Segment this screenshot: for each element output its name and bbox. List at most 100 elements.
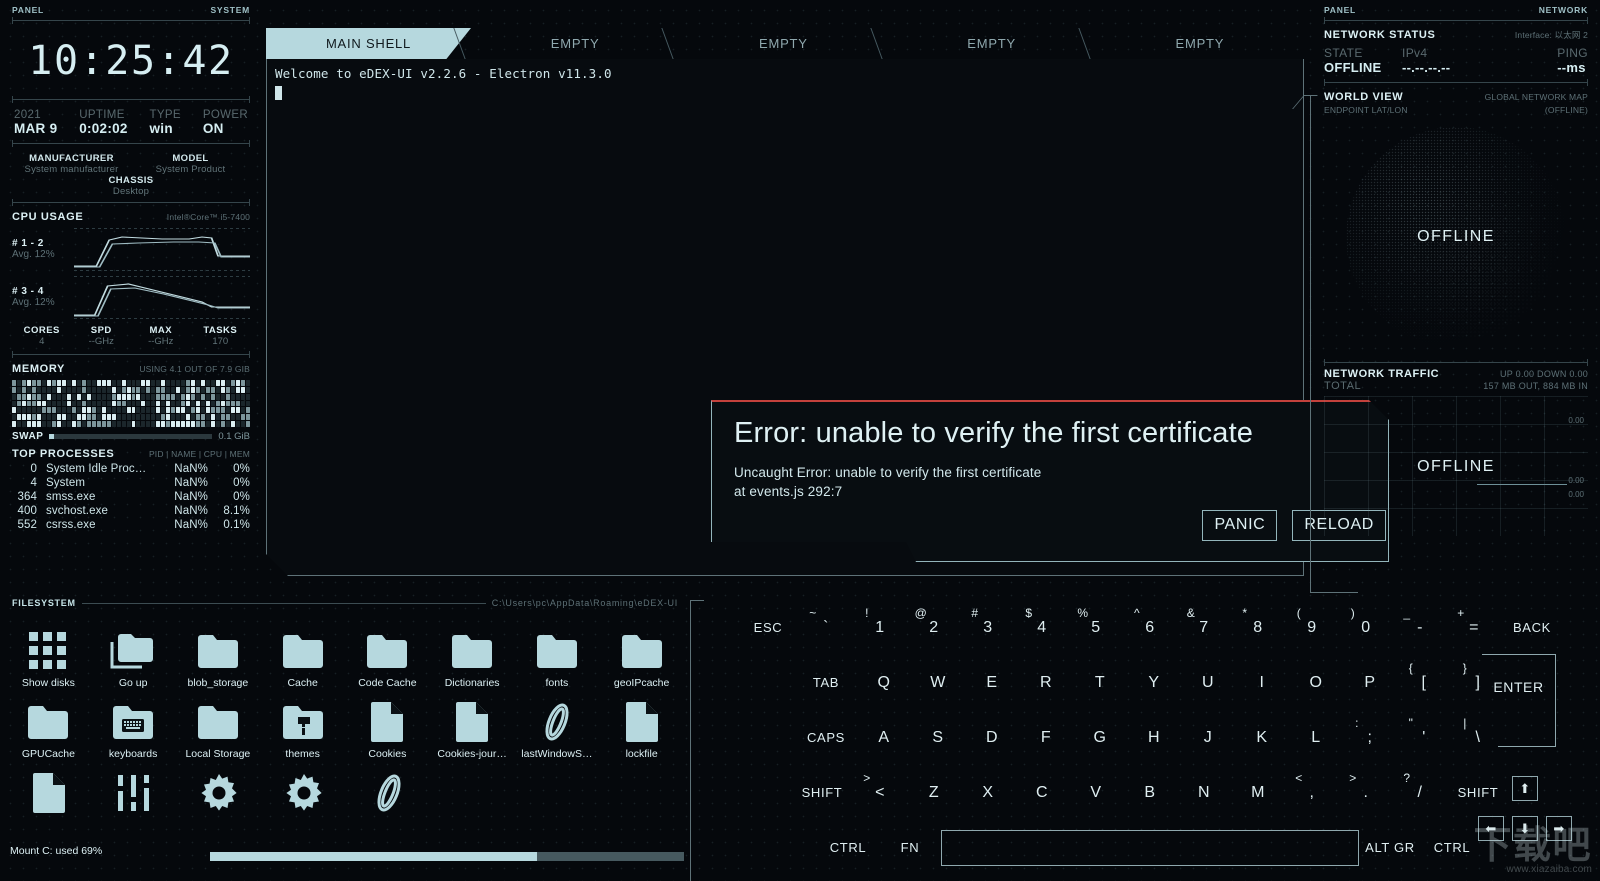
terminal-tab-0[interactable]: MAIN SHELL <box>266 28 471 59</box>
key-k[interactable]: K <box>1235 718 1289 758</box>
filesystem-item[interactable]: Cookies-jour… <box>430 689 515 760</box>
key-8[interactable]: * 8 <box>1231 606 1285 648</box>
panic-button[interactable]: PANIC <box>1202 510 1277 541</box>
key-ctrl[interactable]: CTRL <box>1421 828 1483 868</box>
key-r[interactable]: R <box>1019 663 1073 703</box>
key-space[interactable] <box>941 829 1359 866</box>
key-=[interactable]: + = <box>1447 606 1501 648</box>
key-shift[interactable]: SHIFT <box>1447 773 1509 813</box>
filesystem-item[interactable] <box>346 760 431 819</box>
key-6[interactable]: ^ 6 <box>1123 606 1177 648</box>
key-m[interactable]: M <box>1231 773 1285 813</box>
key-l[interactable]: L <box>1289 718 1343 758</box>
filesystem-item[interactable]: Cookies <box>345 689 430 760</box>
key-5[interactable]: % 5 <box>1069 606 1123 648</box>
filesystem-item[interactable]: fonts <box>515 618 600 689</box>
filesystem-scrollbar-thumb[interactable] <box>210 852 538 861</box>
key-0[interactable]: ) 0 <box>1339 606 1393 648</box>
filesystem-item[interactable]: GPUCache <box>6 689 91 760</box>
key-arrow-left[interactable]: ⬅ <box>1478 816 1504 841</box>
filesystem-item[interactable]: themes <box>260 689 345 760</box>
key-h[interactable]: H <box>1127 718 1181 758</box>
memory-cell <box>201 400 206 407</box>
key-arrow-down[interactable]: ⬇ <box>1512 816 1538 841</box>
key-b[interactable]: B <box>1123 773 1177 813</box>
key-,[interactable]: <, <box>1285 771 1339 813</box>
on-screen-keyboard[interactable]: ESC ~ `! 1 @2 #3 $4% 5 ^ 6 & 7 * 8(9) 0 _ - + = BACK TAB Q W E… <box>700 600 1600 881</box>
filesystem-item[interactable]: Cache <box>260 618 345 689</box>
key-label: W <box>930 673 946 691</box>
key-fn[interactable]: FN <box>879 828 941 868</box>
filesystem-scrollbar[interactable] <box>210 852 684 861</box>
key-j[interactable]: J <box>1181 718 1235 758</box>
world-globe[interactable]: OFFLINE <box>1324 117 1588 357</box>
key-3[interactable]: #3 <box>961 606 1015 648</box>
key-7[interactable]: & 7 <box>1177 606 1231 648</box>
key-t[interactable]: T <box>1073 663 1127 703</box>
key-p[interactable]: P <box>1343 663 1397 703</box>
key-esc[interactable]: ESC <box>737 608 799 648</box>
filesystem-item[interactable]: Dictionaries <box>430 618 515 689</box>
key-i[interactable]: I <box>1235 663 1289 703</box>
key-2[interactable]: @2 <box>907 606 961 648</box>
filesystem-item[interactable]: keyboards <box>91 689 176 760</box>
key-1[interactable]: ! 1 <box>853 606 907 648</box>
key-d[interactable]: D <box>965 718 1019 758</box>
memory-cell <box>31 380 36 386</box>
memory-cell <box>61 386 66 393</box>
filesystem-item[interactable] <box>6 760 91 819</box>
key-9[interactable]: (9 <box>1285 606 1339 648</box>
key-f[interactable]: F <box>1019 718 1073 758</box>
key-/[interactable]: ? / <box>1393 771 1447 813</box>
key-;[interactable]: :; <box>1343 716 1397 758</box>
key-'[interactable]: " ' <box>1397 716 1451 758</box>
terminal-tab-2[interactable]: EMPTY <box>661 28 887 59</box>
key-[[interactable]: {[ <box>1397 661 1451 703</box>
key-\[interactable]: | \ <box>1451 716 1505 758</box>
filesystem-item[interactable]: Code Cache <box>345 618 430 689</box>
terminal-tab-3[interactable]: EMPTY <box>869 28 1096 59</box>
filesystem-item[interactable]: lockfile <box>599 689 684 760</box>
filesystem-item[interactable] <box>91 760 176 819</box>
filesystem-item[interactable]: Show disks <box>6 618 91 689</box>
memory-cell <box>221 407 226 414</box>
key-z[interactable]: Z <box>907 773 961 813</box>
key-n[interactable]: N <box>1177 773 1231 813</box>
filesystem-item[interactable]: Go up <box>91 618 176 689</box>
terminal-tab-bar[interactable]: MAIN SHELL EMPTY EMPTY EMPTY EMPTY <box>266 28 1304 59</box>
key-arrow-right[interactable]: ➡ <box>1546 816 1572 841</box>
key-<[interactable]: > < <box>853 771 907 813</box>
key-g[interactable]: G <box>1073 718 1127 758</box>
filesystem-item[interactable] <box>176 760 261 819</box>
key-tab[interactable]: TAB <box>795 663 857 703</box>
key-.[interactable]: >. <box>1339 771 1393 813</box>
filesystem-item[interactable]: Local Storage <box>176 689 261 760</box>
filesystem-item[interactable]: blob_storage <box>176 618 261 689</box>
key-c[interactable]: C <box>1015 773 1069 813</box>
key-a[interactable]: A <box>857 718 911 758</box>
key-v[interactable]: V <box>1069 773 1123 813</box>
key-x[interactable]: X <box>961 773 1015 813</box>
key-back[interactable]: BACK <box>1501 608 1563 648</box>
key-ctrl[interactable]: CTRL <box>817 828 879 868</box>
key-y[interactable]: Y <box>1127 663 1181 703</box>
filesystem-grid[interactable]: Show disks Go up blob_storage Cache Code Cac… <box>0 618 690 858</box>
key-shift[interactable]: SHIFT <box>791 773 853 813</box>
key-`[interactable]: ~ ` <box>799 606 853 648</box>
key-arrow-up[interactable]: ⬆ <box>1512 776 1538 801</box>
filesystem-item[interactable] <box>261 760 346 819</box>
key-4[interactable]: $4 <box>1015 606 1069 648</box>
key-caps[interactable]: CAPS <box>795 718 857 758</box>
key-s[interactable]: S <box>911 718 965 758</box>
key--[interactable]: _ - <box>1393 606 1447 648</box>
filesystem-item[interactable]: lastWindowS… <box>515 689 600 760</box>
key-alt-gr[interactable]: ALT GR <box>1359 828 1421 868</box>
key-o[interactable]: O <box>1289 663 1343 703</box>
filesystem-item[interactable]: geoIPcache <box>599 618 684 689</box>
terminal-tab-4[interactable]: EMPTY <box>1078 28 1304 59</box>
key-e[interactable]: E <box>965 663 1019 703</box>
key-w[interactable]: W <box>911 663 965 703</box>
key-q[interactable]: Q <box>857 663 911 703</box>
terminal-tab-1[interactable]: EMPTY <box>453 28 679 59</box>
key-u[interactable]: U <box>1181 663 1235 703</box>
